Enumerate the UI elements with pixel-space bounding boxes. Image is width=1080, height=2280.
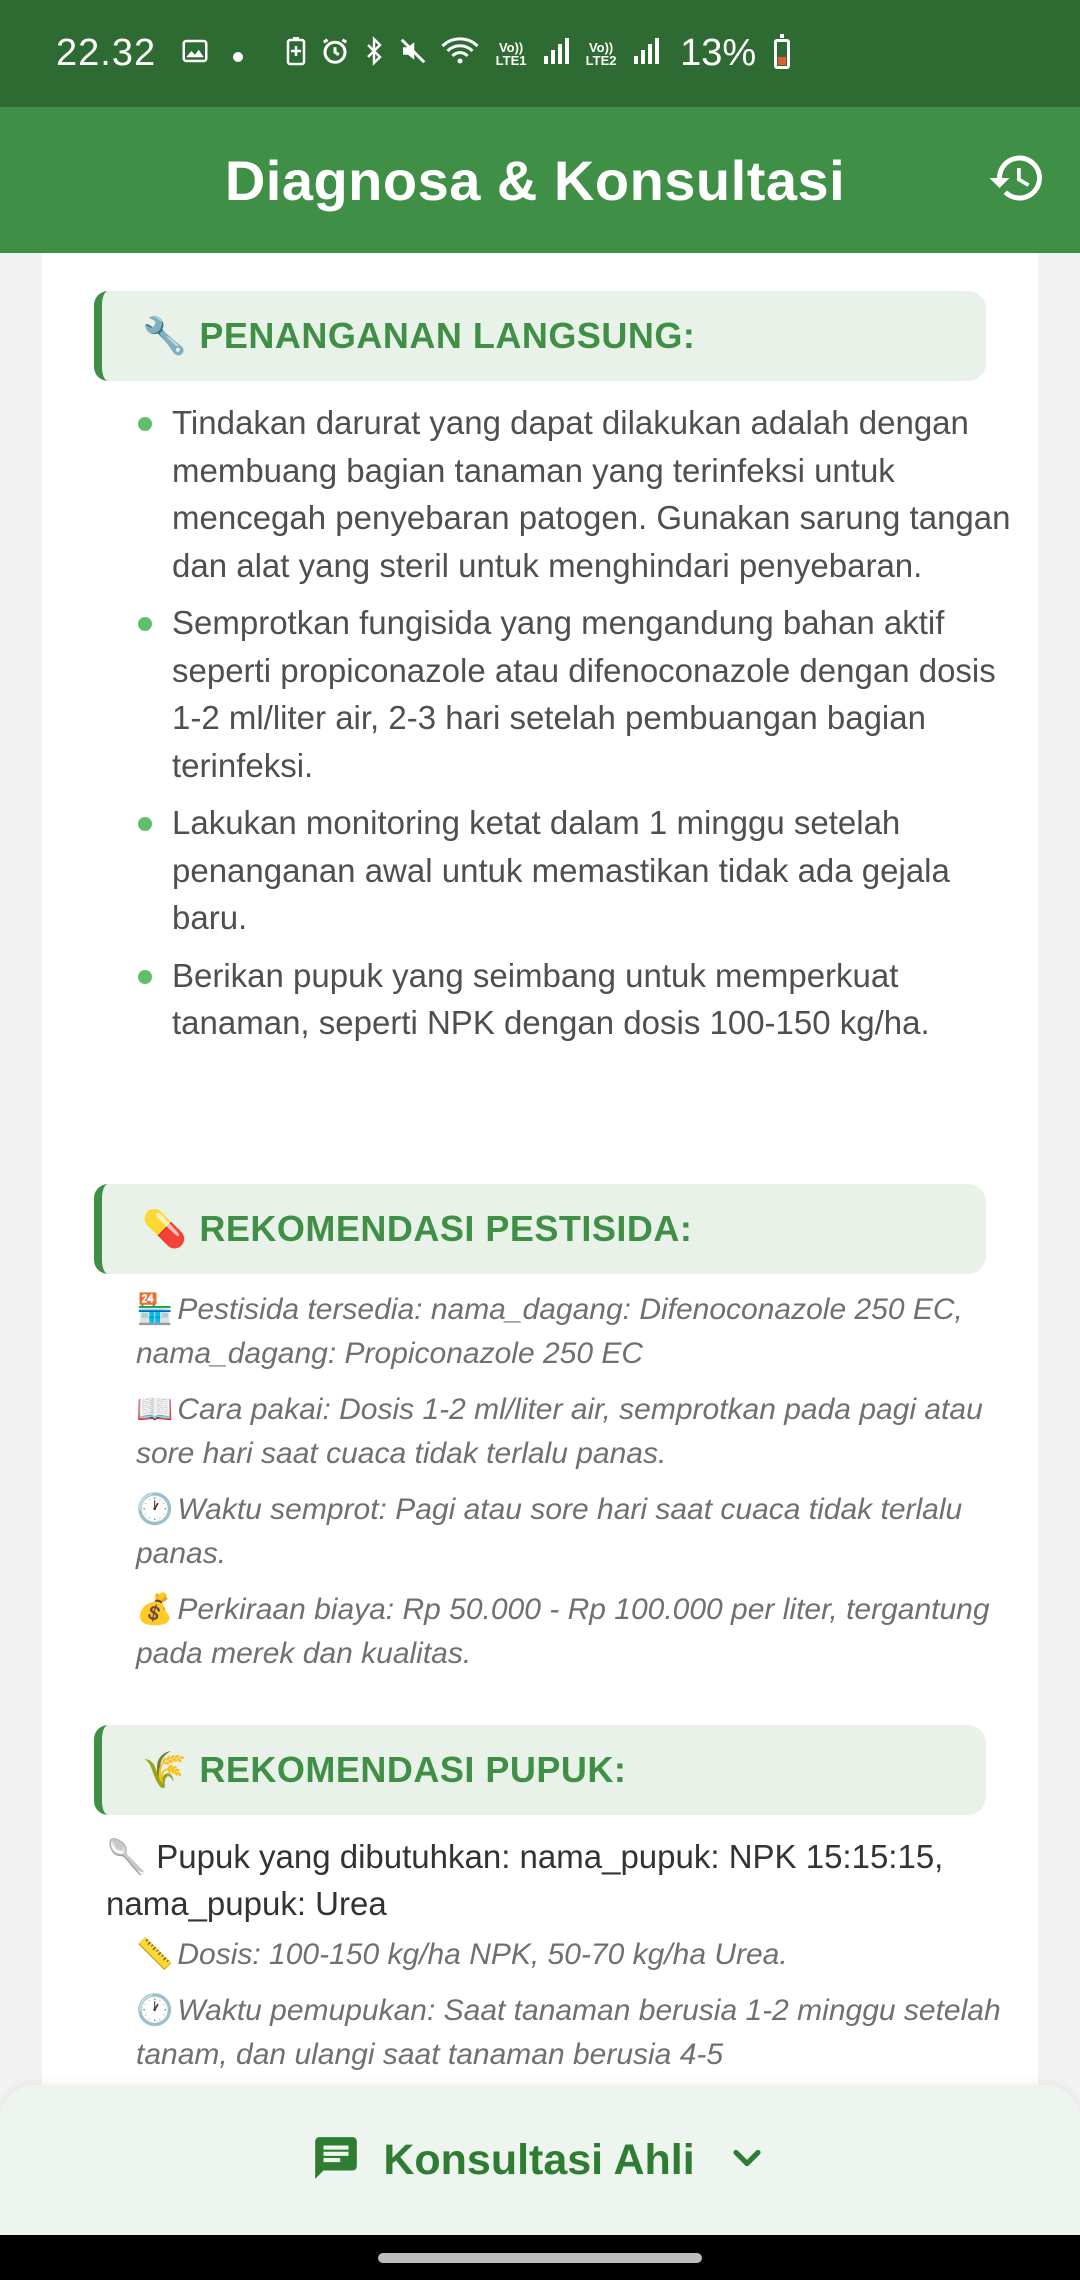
pill-icon: 💊	[142, 1208, 188, 1249]
battery-saver-icon	[284, 36, 308, 72]
clock-icon: 🕐	[136, 1493, 174, 1526]
battery-icon	[774, 33, 791, 69]
list-item-text: Waktu semprot: Pagi atau sore hari saat …	[136, 1493, 963, 1570]
section-header-penanganan: 🔧 PENANGANAN LANGSUNG:	[94, 291, 986, 381]
section-title-pestisida: REKOMENDASI PESTISIDA:	[199, 1208, 693, 1249]
list-item-text: Tindakan darurat yang dapat dilakukan ad…	[172, 404, 1011, 584]
money-bag-icon: 💰	[136, 1593, 174, 1626]
list-item: 🕐 Waktu semprot: Pagi atau sore hari saat…	[136, 1488, 1016, 1576]
list-item: Lakukan monitoring ketat dalam 1 minggu …	[134, 799, 1014, 942]
home-gesture-handle[interactable]	[378, 2253, 702, 2263]
screen: 22.32 Vo)) LTE1 Vo)) LTE2 13% Diagnosa &…	[0, 0, 1080, 2280]
wrench-icon: 🔧	[142, 315, 188, 356]
history-button[interactable]	[984, 147, 1050, 213]
signal-icon-2	[632, 36, 660, 72]
bullet-icon	[138, 617, 152, 631]
battery-percent: 13%	[680, 32, 757, 74]
bluetooth-icon	[362, 35, 386, 72]
section-title-penanganan: PENANGANAN LANGSUNG:	[199, 315, 696, 356]
wifi-icon	[440, 36, 480, 72]
app-bar: Diagnosa & Konsultasi	[0, 107, 1080, 253]
list-item: Berikan pupuk yang seimbang untuk memper…	[134, 952, 1014, 1047]
status-time: 22.32	[56, 32, 157, 74]
list-item-text: Lakukan monitoring ketat dalam 1 minggu …	[172, 804, 950, 936]
list-item-text: Dosis: 100-150 kg/ha NPK, 50-70 kg/ha Ur…	[177, 1938, 788, 1971]
list-item-text: Cara pakai: Dosis 1-2 ml/liter air, semp…	[136, 1393, 983, 1470]
status-bar: 22.32 Vo)) LTE1 Vo)) LTE2 13%	[0, 0, 1080, 107]
dot-icon	[232, 39, 244, 69]
consult-expert-sheet[interactable]: Konsultasi Ahli	[0, 2085, 1080, 2235]
penanganan-list: Tindakan darurat yang dapat dilakukan ad…	[134, 399, 1014, 1057]
clock-icon: 🕐	[136, 1994, 174, 2027]
list-item-text: Perkiraan biaya: Rp 50.000 - Rp 100.000 …	[136, 1593, 990, 1670]
list-item: 📖 Cara pakai: Dosis 1-2 ml/liter air, sem…	[136, 1388, 1016, 1476]
lte1-label: Vo)) LTE1	[495, 39, 527, 68]
signal-icon-1	[542, 36, 570, 72]
list-item-text: Pestisida tersedia: nama_dagang: Difenoc…	[136, 1293, 963, 1370]
pupuk-needed: 🥄 Pupuk yang dibutuhkan: nama_pupuk: NPK…	[106, 1833, 986, 1927]
pestisida-list: 🏪 Pestisida tersedia: nama_dagang: Difeno…	[136, 1288, 1016, 1688]
lte2-label: Vo)) LTE2	[585, 39, 617, 68]
rice-icon: 🌾	[142, 1749, 188, 1790]
system-nav-bar	[0, 2235, 1080, 2280]
list-item-text: Semprotkan fungisida yang mengandung bah…	[172, 604, 996, 784]
list-item: 🏪 Pestisida tersedia: nama_dagang: Difeno…	[136, 1288, 1016, 1376]
list-item: Semprotkan fungisida yang mengandung bah…	[134, 599, 1014, 789]
store-icon: 🏪	[136, 1293, 174, 1326]
section-header-pestisida: 💊 REKOMENDASI PESTISIDA:	[94, 1184, 986, 1274]
status-notification-icons	[180, 36, 244, 72]
status-system-icons: Vo)) LTE1 Vo)) LTE2 13%	[284, 32, 791, 75]
bullet-icon	[138, 817, 152, 831]
bullet-icon	[138, 969, 152, 984]
history-icon	[987, 148, 1047, 213]
chevron-down-icon	[725, 2136, 769, 2185]
list-item: Tindakan darurat yang dapat dilakukan ad…	[134, 399, 1014, 589]
mute-icon	[398, 36, 428, 72]
alarm-icon	[320, 36, 350, 72]
ruler-icon: 📏	[136, 1938, 174, 1971]
diagnosis-content[interactable]: 🔧 PENANGANAN LANGSUNG: Tindakan darurat …	[42, 253, 1038, 2093]
section-title-pupuk: REKOMENDASI PUPUK:	[199, 1749, 627, 1790]
consult-expert-label: Konsultasi Ahli	[383, 2135, 695, 2184]
page-title: Diagnosa & Konsultasi	[224, 148, 846, 212]
section-header-pupuk: 🌾 REKOMENDASI PUPUK:	[94, 1725, 986, 1815]
list-item: 🕐 Waktu pemupukan: Saat tanaman berusia 1…	[136, 1989, 1016, 2077]
image-icon	[180, 36, 210, 72]
list-item-text: Waktu pemupukan: Saat tanaman berusia 1-…	[136, 1994, 1001, 2071]
list-item: 📏 Dosis: 100-150 kg/ha NPK, 50-70 kg/ha U…	[136, 1933, 1016, 1977]
consult-expert-button[interactable]: Konsultasi Ahli	[311, 2133, 768, 2188]
bullet-icon	[138, 417, 152, 431]
pupuk-list: 📏 Dosis: 100-150 kg/ha NPK, 50-70 kg/ha U…	[136, 1933, 1016, 2089]
list-item-text: Berikan pupuk yang seimbang untuk memper…	[172, 956, 930, 1042]
list-item: 💰 Perkiraan biaya: Rp 50.000 - Rp 100.000…	[136, 1588, 1016, 1676]
book-icon: 📖	[136, 1393, 174, 1426]
spoon-icon: 🥄	[106, 1838, 148, 1875]
pupuk-needed-text: Pupuk yang dibutuhkan: nama_pupuk: NPK 1…	[106, 1838, 944, 1922]
chat-icon	[311, 2133, 361, 2188]
